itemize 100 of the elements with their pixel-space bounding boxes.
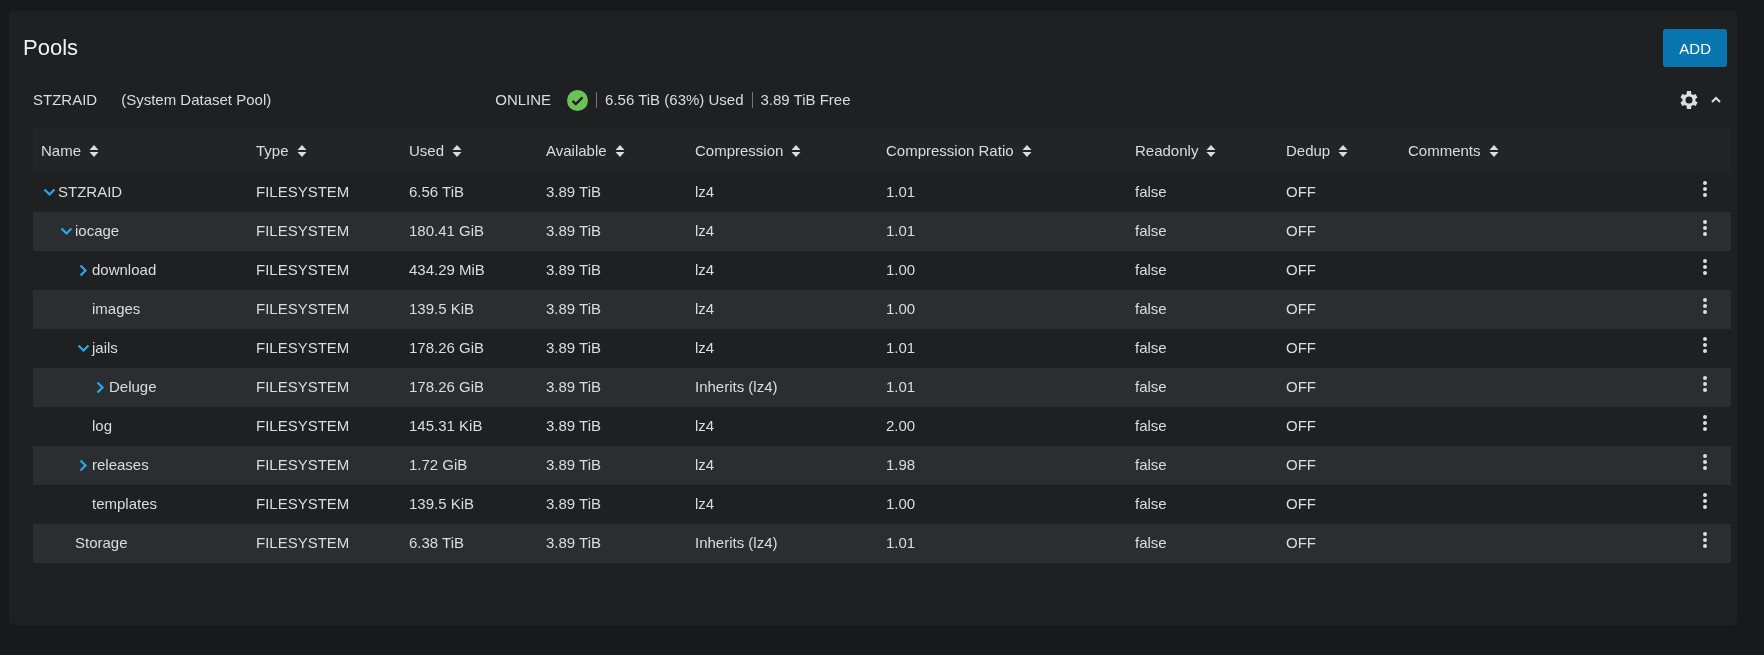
column-header[interactable]: Compression Ratio xyxy=(878,139,1127,163)
sort-icon xyxy=(614,144,625,158)
kebab-icon xyxy=(1702,375,1708,394)
table-cell-text: 3.89 TiB xyxy=(545,533,603,554)
table-cell-text: 145.31 KiB xyxy=(408,416,484,437)
more-options-button[interactable] xyxy=(1702,336,1708,355)
kebab-icon xyxy=(1702,180,1708,199)
more-options-button[interactable] xyxy=(1702,492,1708,511)
kebab-icon xyxy=(1702,219,1708,238)
column-header[interactable]: Dedup xyxy=(1278,139,1400,163)
kebab-icon xyxy=(1702,414,1708,433)
dataset-name: templates xyxy=(92,494,158,515)
pool-status: ONLINE xyxy=(495,89,552,110)
page-title: Pools xyxy=(23,34,79,62)
chevron-right-icon[interactable] xyxy=(96,381,105,394)
table-cell-text: OFF xyxy=(1285,377,1317,398)
table-cell-text: lz4 xyxy=(694,338,716,359)
dataset-name: Deluge xyxy=(109,377,157,398)
sort-icon xyxy=(1021,144,1032,158)
table-cell-text: Inherits (lz4) xyxy=(694,377,779,398)
dataset-name: iocage xyxy=(75,221,120,242)
table-cell-text: FILESYSTEM xyxy=(255,221,351,242)
column-header[interactable]: Used xyxy=(401,139,538,163)
table-cell-text: 3.89 TiB xyxy=(545,221,603,242)
table-cell-text: 178.26 GiB xyxy=(408,338,486,359)
table-cell-text: FILESYSTEM xyxy=(255,182,351,203)
table-cell-text: false xyxy=(1134,260,1168,281)
pool-used: 6.56 TiB (63%) Used xyxy=(605,89,744,110)
kebab-icon xyxy=(1702,453,1708,472)
kebab-icon xyxy=(1702,258,1708,277)
column-header[interactable]: Compression xyxy=(687,139,878,163)
table-cell-text: OFF xyxy=(1285,299,1317,320)
table-cell-text: lz4 xyxy=(694,299,716,320)
chevron-down-icon[interactable] xyxy=(43,188,56,197)
dataset-name: releases xyxy=(92,455,149,476)
chevron-down-icon[interactable] xyxy=(77,344,90,353)
table-cell-text: 1.72 GiB xyxy=(408,455,469,476)
more-options-button[interactable] xyxy=(1702,414,1708,433)
more-options-button[interactable] xyxy=(1702,219,1708,238)
table-cell-text: OFF xyxy=(1285,260,1317,281)
column-header[interactable]: Readonly xyxy=(1127,139,1278,163)
table-cell-text: 434.29 MiB xyxy=(408,260,486,281)
table-cell-text: 6.56 TiB xyxy=(408,182,466,203)
table-cell-text: OFF xyxy=(1285,182,1317,203)
table-cell-text: lz4 xyxy=(694,182,716,203)
sort-icon xyxy=(1488,144,1499,158)
table-cell-text: OFF xyxy=(1285,221,1317,242)
table-cell-text: FILESYSTEM xyxy=(255,377,351,398)
table-cell-text: FILESYSTEM xyxy=(255,533,351,554)
table-cell-text: 1.01 xyxy=(885,338,917,359)
table-cell-text: 1.00 xyxy=(885,494,917,515)
pool-description: (System Dataset Pool) xyxy=(121,89,272,110)
dataset-name: Storage xyxy=(75,533,128,554)
table-cell-text: OFF xyxy=(1285,416,1317,437)
table-cell-text: false xyxy=(1134,299,1168,320)
dataset-name: download xyxy=(92,260,157,281)
chevron-right-icon[interactable] xyxy=(79,459,88,472)
dataset-name: jails xyxy=(92,338,118,359)
more-options-button[interactable] xyxy=(1702,531,1708,550)
table-cell-text: FILESYSTEM xyxy=(255,455,351,476)
column-header[interactable]: Comments xyxy=(1400,139,1671,163)
more-options-button[interactable] xyxy=(1702,453,1708,472)
table-cell-text: OFF xyxy=(1285,533,1317,554)
more-options-button[interactable] xyxy=(1702,375,1708,394)
table-cell-text: 3.89 TiB xyxy=(545,455,603,476)
table-cell-text: 139.5 KiB xyxy=(408,299,476,320)
more-options-button[interactable] xyxy=(1702,297,1708,316)
table-cell-text: 3.89 TiB xyxy=(545,377,603,398)
table-cell-text: 1.01 xyxy=(885,377,917,398)
chevron-down-icon[interactable] xyxy=(60,227,73,236)
sort-icon xyxy=(296,144,307,158)
chevron-right-icon[interactable] xyxy=(79,264,88,277)
table-cell-text: false xyxy=(1134,455,1168,476)
dataset-name: images xyxy=(92,299,141,320)
table-cell-text: false xyxy=(1134,221,1168,242)
sort-icon xyxy=(1338,144,1349,158)
add-button[interactable]: ADD xyxy=(1663,29,1727,67)
table-cell-text: FILESYSTEM xyxy=(255,494,351,515)
more-options-button[interactable] xyxy=(1702,180,1708,199)
kebab-icon xyxy=(1702,336,1708,355)
table-cell-text: 1.01 xyxy=(885,533,917,554)
table-cell-text: OFF xyxy=(1285,494,1317,515)
pool-free: 3.89 TiB Free xyxy=(760,89,851,110)
table-cell-text: 3.89 TiB xyxy=(545,338,603,359)
table-cell-text: 1.00 xyxy=(885,299,917,320)
table-cell-text: Inherits (lz4) xyxy=(694,533,779,554)
column-header[interactable]: Type xyxy=(248,139,401,163)
more-options-button[interactable] xyxy=(1702,258,1708,277)
table-cell-text: false xyxy=(1134,338,1168,359)
sort-icon xyxy=(452,144,463,158)
table-cell-text: 1.01 xyxy=(885,182,917,203)
column-header[interactable]: Name xyxy=(33,139,248,163)
table-cell-text: false xyxy=(1134,182,1168,203)
table-cell-text: lz4 xyxy=(694,416,716,437)
table-cell-text: 3.89 TiB xyxy=(545,182,603,203)
table-cell-text: 1.01 xyxy=(885,221,917,242)
dataset-name: log xyxy=(92,416,113,437)
table-cell-text: FILESYSTEM xyxy=(255,260,351,281)
table-cell-text: 6.38 TiB xyxy=(408,533,466,554)
column-header[interactable]: Available xyxy=(538,139,687,163)
